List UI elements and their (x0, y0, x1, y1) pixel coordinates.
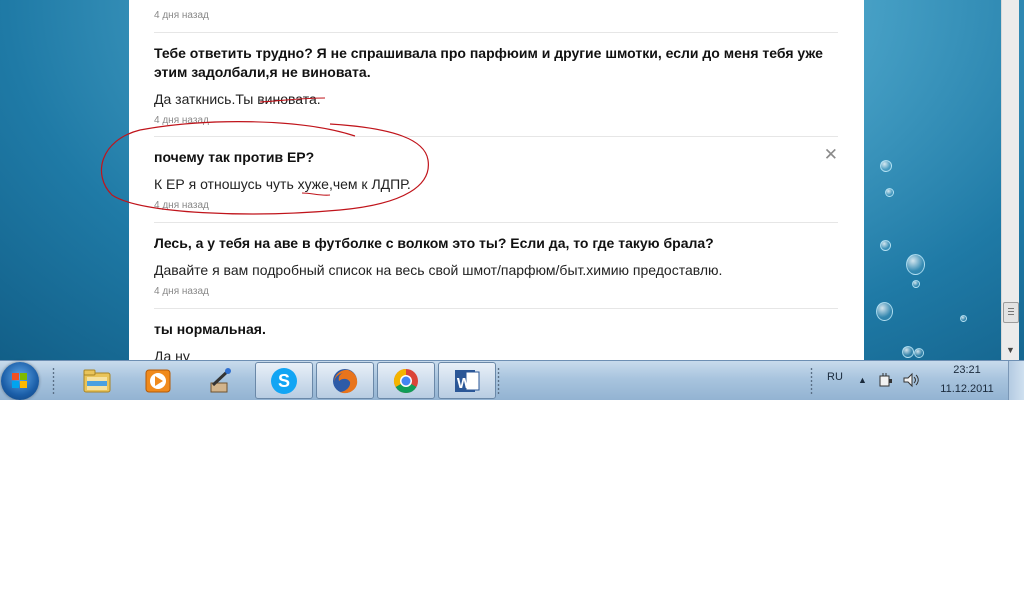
skype-icon: S (271, 367, 297, 394)
item-timestamp: 4 дня назад (154, 286, 209, 297)
water-bubble (885, 188, 894, 197)
grip-line (1008, 311, 1014, 312)
question-text: Лесь, а у тебя на аве в футболке с волко… (154, 235, 714, 251)
power-icon[interactable] (878, 372, 894, 388)
answer-text: Давайте я вам подробный список на весь с… (154, 262, 723, 278)
item-timestamp: 4 дня назад (154, 200, 209, 211)
word-icon: W (455, 369, 480, 392)
screen: 4 дня назад Тебе ответить трудно? Я не с… (0, 0, 1024, 400)
chrome-icon (393, 368, 418, 393)
taskbar-explorer-button[interactable] (68, 362, 126, 399)
scrollbar-thumb[interactable] (1003, 302, 1019, 323)
folder-icon (83, 369, 111, 392)
clock-date[interactable]: 11.12.2011 (930, 383, 1004, 395)
svg-text:S: S (278, 371, 290, 391)
feed-item: Тебе ответить трудно? Я не спрашивала пр… (154, 44, 838, 126)
firefox-icon (333, 368, 358, 393)
water-bubble (912, 280, 920, 288)
answer-text: Да заткнись.Ты виновата. (154, 91, 321, 107)
question-text: почему так против ЕР? (154, 149, 315, 165)
water-bubble (960, 315, 967, 322)
grip-line (1008, 314, 1014, 315)
taskbar-firefox-button[interactable] (316, 362, 374, 399)
volume-icon[interactable] (902, 372, 920, 388)
vertical-scrollbar[interactable]: ▼ (1001, 0, 1019, 360)
separator (154, 32, 838, 33)
taskbar-chrome-button[interactable] (377, 362, 435, 399)
wand-icon (210, 367, 231, 392)
question-text: ты нормальная. (154, 321, 266, 337)
taskbar-gripper[interactable] (52, 367, 55, 394)
water-bubble (906, 254, 925, 275)
taskbar-gripper[interactable] (810, 367, 813, 394)
clock-time[interactable]: 23:21 (930, 364, 1004, 376)
feed-item: ты нормальная. Да ну (154, 320, 838, 360)
answer-text: Да ну (154, 348, 190, 360)
taskbar-gripper[interactable] (497, 367, 500, 394)
taskbar-media-player-button[interactable] (129, 362, 187, 399)
separator (154, 308, 838, 309)
windows-taskbar: S W (0, 360, 1024, 400)
svg-text:W: W (457, 375, 472, 392)
delete-item-button[interactable]: ✕ (824, 146, 838, 163)
water-bubble (914, 348, 924, 358)
separator (154, 136, 838, 137)
water-bubble (876, 302, 893, 321)
show-hidden-icons-icon[interactable]: ▲ (858, 375, 867, 385)
taskbar-word-button[interactable]: W (438, 362, 496, 399)
item-timestamp: 4 дня назад (154, 10, 209, 21)
windows-logo-icon (12, 373, 28, 389)
language-indicator[interactable]: RU (827, 371, 843, 383)
grip-line (1008, 308, 1014, 309)
feed-item: Лесь, а у тебя на аве в футболке с волко… (154, 234, 838, 297)
taskbar-program-button[interactable] (190, 362, 248, 399)
scroll-down-arrow-icon[interactable]: ▼ (1003, 343, 1018, 358)
feed-item: почему так против ЕР? К ЕР я отношусь чу… (154, 148, 838, 211)
taskbar-skype-button[interactable]: S (255, 362, 313, 399)
answers-feed: 4 дня назад Тебе ответить трудно? Я не с… (129, 0, 864, 360)
question-text: Тебе ответить трудно? Я не спрашивала пр… (154, 45, 823, 80)
water-bubble (880, 160, 892, 172)
water-bubble (880, 240, 891, 251)
item-timestamp: 4 дня назад (154, 115, 209, 126)
separator (154, 222, 838, 223)
media-player-icon (145, 369, 171, 392)
show-desktop-button[interactable] (1008, 361, 1024, 400)
start-button[interactable] (1, 362, 39, 400)
answer-text: К ЕР я отношусь чуть хуже,чем к ЛДПР. (154, 176, 411, 192)
water-bubble (902, 346, 914, 358)
